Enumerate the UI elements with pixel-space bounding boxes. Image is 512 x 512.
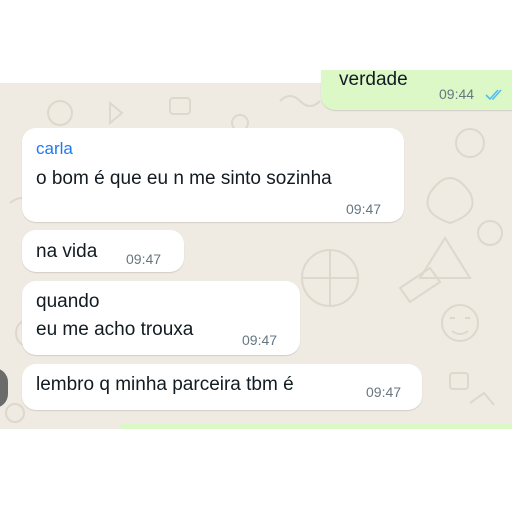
- message-bubble-outgoing[interactable]: verdade 09:44: [321, 69, 512, 110]
- message-text: verdade: [339, 69, 408, 90]
- message-bubble-incoming[interactable]: quando eu me acho trouxa 09:47: [22, 281, 300, 355]
- double-check-icon: [485, 88, 505, 106]
- message-text: na vida: [36, 241, 98, 262]
- sender-name[interactable]: carla: [36, 139, 73, 159]
- message-bubble-outgoing-partial[interactable]: [120, 423, 512, 429]
- message-bubble-incoming[interactable]: na vida 09:47: [22, 230, 184, 272]
- message-text-line-2: eu me acho trouxa: [36, 319, 194, 340]
- message-time: 09:44: [439, 86, 475, 102]
- message-bubble-incoming[interactable]: lembro q minha parceira tbm é 09:47: [22, 364, 422, 410]
- message-bubble-incoming[interactable]: carla o bom é que eu n me sinto sozinha …: [22, 128, 404, 222]
- message-text-line-1: quando: [36, 291, 100, 312]
- message-time: 09:47: [126, 251, 162, 267]
- message-time: 09:47: [346, 201, 382, 217]
- message-text: o bom é que eu n me sinto sozinha: [36, 168, 332, 189]
- message-time: 09:47: [242, 332, 278, 348]
- message-time: 09:47: [366, 384, 402, 400]
- message-text: lembro q minha parceira tbm é: [36, 374, 294, 395]
